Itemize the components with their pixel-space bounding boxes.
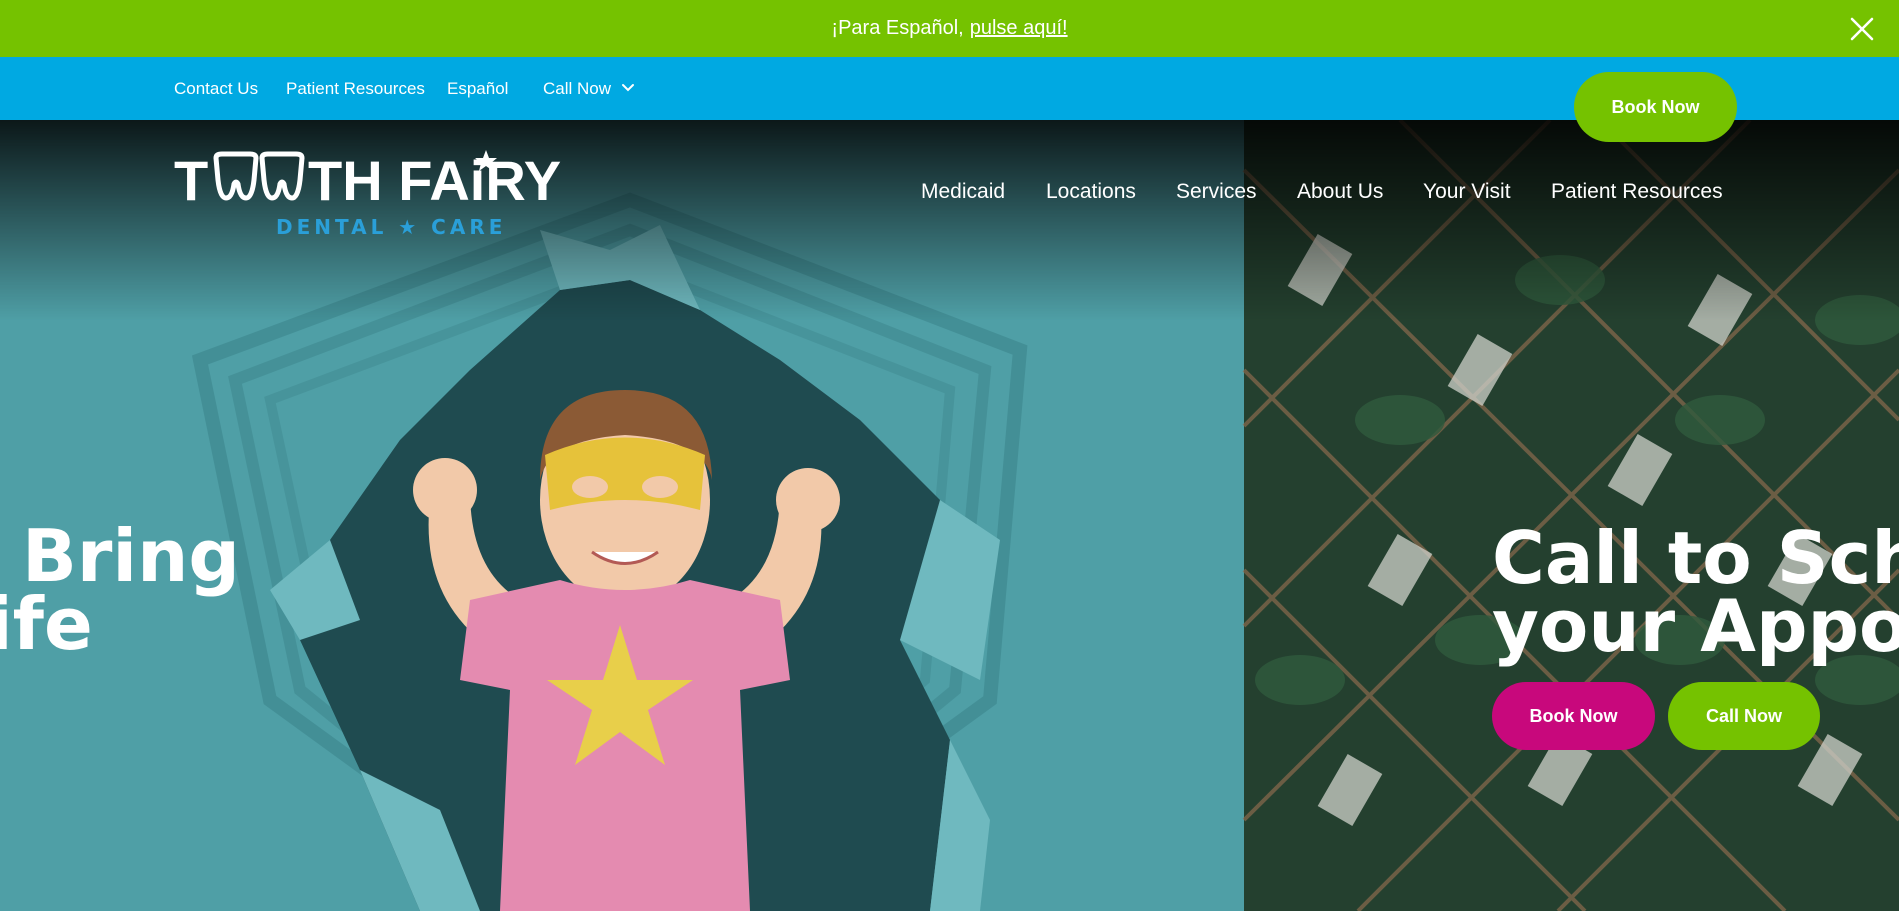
left-slide-heading-line2: ife bbox=[0, 582, 93, 666]
header-book-now-button[interactable]: Book Now bbox=[1574, 72, 1737, 142]
utility-contact-us[interactable]: Contact Us bbox=[174, 79, 258, 99]
hero-book-now-button[interactable]: Book Now bbox=[1492, 682, 1655, 750]
close-icon[interactable] bbox=[1849, 16, 1875, 42]
svg-text:TH FAiRY: TH FAiRY bbox=[308, 150, 561, 212]
hero-call-now-button[interactable]: Call Now bbox=[1668, 682, 1820, 750]
logo-tagline: DENTAL ★ CARE bbox=[276, 215, 506, 239]
nav-medicaid[interactable]: Medicaid bbox=[921, 180, 1005, 204]
utility-espanol[interactable]: Español bbox=[447, 79, 508, 99]
announcement-text: ¡Para Español, bbox=[831, 17, 964, 39]
svg-text:T: T bbox=[174, 150, 208, 212]
chevron-down-icon[interactable] bbox=[620, 80, 636, 96]
nav-patient-resources[interactable]: Patient Resources bbox=[1551, 180, 1723, 204]
right-slide-heading-line2: your Appoi bbox=[1492, 584, 1899, 668]
utility-call-now[interactable]: Call Now bbox=[543, 79, 611, 99]
utility-patient-resources[interactable]: Patient Resources bbox=[286, 79, 425, 99]
announcement-bar: ¡Para Español, pulse aquí! bbox=[0, 0, 1899, 57]
tooth-fairy-logo[interactable]: T TH FAiRY DENTAL ★ CARE bbox=[174, 150, 579, 240]
nav-services[interactable]: Services bbox=[1176, 180, 1257, 204]
nav-your-visit[interactable]: Your Visit bbox=[1423, 180, 1511, 204]
spanish-link[interactable]: pulse aquí! bbox=[970, 17, 1068, 40]
nav-about-us[interactable]: About Us bbox=[1297, 180, 1383, 204]
nav-locations[interactable]: Locations bbox=[1046, 180, 1136, 204]
